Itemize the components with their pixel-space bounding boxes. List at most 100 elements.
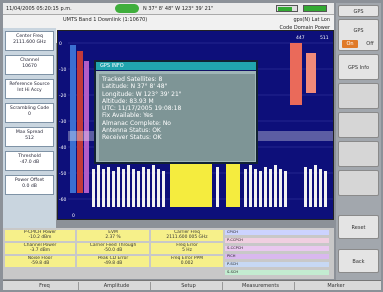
pccpch-bar (77, 51, 83, 193)
parameter-panel: Center Freq 2111.600 GHz Channel 10670 Ref… (3, 28, 56, 228)
dialog-title: GPS INFO (96, 62, 256, 71)
center-freq-param[interactable]: Center Freq 2111.600 GHz (5, 31, 54, 51)
fix-available: Fix Available: Yes (102, 112, 153, 120)
legend-label: S-CCPCH (227, 246, 243, 250)
gps-toggle-button[interactable]: GPS On Off (338, 19, 379, 51)
softkey-empty-3[interactable] (338, 141, 379, 167)
status-bar: 11/04/2005 05:20:15 p.m. N 37° 8' 48" W … (3, 3, 334, 15)
main-menu-bar: Freq Amplitude Setup Measurements Marker (3, 280, 381, 290)
longitude: Longitude: W 123° 39' 21" (102, 90, 182, 98)
softkey-panel: GPS GPS On Off GPS Info Reset Back (336, 3, 381, 288)
highlight-bar (226, 163, 240, 207)
latitude: Latitude: N 37° 8' 48" (102, 83, 168, 91)
noise-floor: Noise Floor -59.8 dB (5, 256, 75, 267)
cell-value: 5 Hz (182, 248, 192, 253)
cpich-bar (70, 45, 76, 193)
tab-freq[interactable]: Freq (11, 282, 79, 290)
peak-cd-error: Peak CD Error -49.8 dB (77, 256, 149, 267)
freq-error-ppm: Freq Error PPM 0.002 (151, 256, 223, 267)
receiver-status: Receiver Status: OK (102, 134, 162, 142)
on-off-switch: On Off (342, 40, 380, 48)
param-value: 512 (25, 136, 34, 141)
signal-icon (276, 5, 298, 12)
code-tick: 447 (296, 35, 305, 41)
on-option: On (342, 40, 358, 48)
gps-info-dialog[interactable]: GPS INFO Tracked Satellites: 8 Latitude:… (94, 60, 258, 164)
legend-label: CPICH (227, 230, 238, 234)
legend-pich: PICH (225, 254, 334, 259)
datetime: 11/04/2005 05:20:15 p.m. (6, 6, 72, 12)
channel-param[interactable]: Channel 10670 (5, 55, 54, 75)
tab-setup[interactable]: Setup (155, 282, 223, 290)
gps-label: gps(N) Lat Lon (293, 17, 330, 23)
legend-label: S-SCH (227, 270, 239, 274)
cell-value: -10.2 dBm (28, 235, 52, 240)
altitude: Altitude: 83.93 M (102, 97, 154, 105)
legend-ssch: S-SCH (225, 270, 334, 275)
cell-value: -50.0 dB (103, 248, 123, 253)
legend-label: PICH (227, 254, 236, 258)
peak-bar (306, 53, 316, 93)
legend-label: P-CCPCH (227, 238, 243, 242)
y-tick: 0 (59, 41, 62, 47)
scrambling-code-param[interactable]: Scrambling Code 0 (5, 103, 54, 123)
back-button[interactable]: Back (338, 249, 379, 273)
gps-toggle-label: GPS (353, 28, 364, 34)
carrier-feed-through: Carrier Feed Through -50.0 dB (77, 243, 149, 254)
param-value: 10670 (22, 64, 37, 69)
y-tick: -20 (59, 93, 66, 99)
threshold-param[interactable]: Threshold -47.0 dB (5, 151, 54, 171)
gps-indicator-icon (115, 4, 139, 13)
antenna-status: Antenna Status: OK (102, 127, 161, 135)
softkey-empty-1[interactable] (338, 83, 379, 109)
cell-value: -49.8 dB (103, 261, 123, 266)
reference-source-param[interactable]: Reference Source Int Hi Accy (5, 79, 54, 99)
y-tick: -10 (59, 67, 66, 73)
y-tick: -50 (59, 171, 66, 177)
pich-bar (84, 61, 89, 193)
coordinates: N 37° 8' 48" W 123° 39' 21" (143, 6, 214, 12)
max-spread-param[interactable]: Max Spread 512 (5, 127, 54, 147)
legend-psch: P-SCH (225, 262, 334, 267)
power-offset-param[interactable]: Power Offset 0.0 dB (5, 175, 54, 195)
almanac-complete: Almanac Complete: No (102, 119, 171, 127)
tab-amplitude[interactable]: Amplitude (83, 282, 151, 290)
cell-value: 0.002 (180, 261, 194, 266)
cell-value: 2111.600 005 GHz (166, 235, 208, 240)
freq-error: Freq Error 5 Hz (151, 243, 223, 254)
pcpich-power: P-CPICH Power -10.2 dBm (5, 230, 75, 241)
channel-power: Channel Power -3.7 dBm (5, 243, 75, 254)
param-value: 0.0 dB (22, 184, 37, 189)
tab-marker[interactable]: Marker (299, 282, 373, 290)
measurement-summary: P-CPICH Power -10.2 dBm EVM 2.37 % Carrier… (3, 228, 334, 279)
param-value: -47.0 dB (19, 160, 40, 165)
y-tick: -60 (59, 197, 66, 203)
softkey-empty-2[interactable] (338, 112, 379, 138)
legend-pccpch: P-CCPCH (225, 238, 334, 243)
param-value: Int Hi Accy (17, 88, 42, 93)
legend-label: P-SCH (227, 262, 238, 266)
gps-info-button[interactable]: GPS Info (338, 54, 379, 80)
cell-value: -3.7 dBm (29, 248, 51, 253)
carrier-freq: Carrier Freq 2111.600 005 GHz (151, 230, 223, 241)
code-tick: 511 (320, 35, 329, 41)
y-tick: -40 (59, 145, 66, 151)
off-option: Off (366, 41, 374, 47)
battery-icon (303, 5, 327, 12)
softkey-empty-4[interactable] (338, 170, 379, 196)
highlight-bars (170, 163, 212, 207)
legend-sccpch: S-CCPCH (225, 246, 334, 251)
tracked-satellites: Tracked Satellites: 8 (102, 76, 163, 83)
analyzer-screen: 11/04/2005 05:20:15 p.m. N 37° 8' 48" W … (0, 0, 383, 292)
param-value: 2111.600 GHz (13, 40, 46, 45)
evm: EVM 2.37 % (77, 230, 149, 241)
code-tick: 0 (72, 213, 75, 219)
peak-bar (290, 43, 302, 105)
tab-measurements[interactable]: Measurements (227, 282, 295, 290)
y-tick: -30 (59, 119, 66, 125)
gps-menu-title: GPS (338, 5, 379, 17)
cell-value: 2.37 % (105, 235, 121, 240)
cell-value: -59.8 dB (30, 261, 50, 266)
reset-button[interactable]: Reset (338, 215, 379, 239)
mode-label: UMTS Band 1 Downlink (1:10670) (63, 17, 148, 23)
